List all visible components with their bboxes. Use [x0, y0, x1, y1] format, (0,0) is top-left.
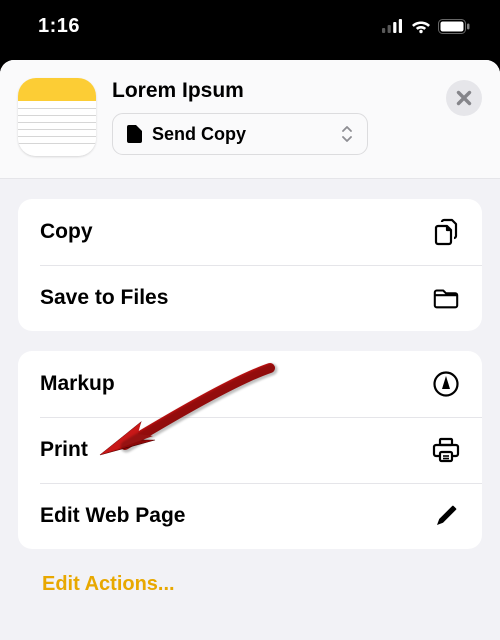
copy-action[interactable]: Copy — [18, 199, 482, 265]
print-icon — [432, 436, 460, 464]
folder-icon — [432, 284, 460, 312]
format-selector[interactable]: Send Copy — [112, 113, 368, 155]
save-to-files-action[interactable]: Save to Files — [18, 265, 482, 331]
action-label: Save to Files — [40, 286, 168, 310]
edit-actions-button[interactable]: Edit Actions... — [18, 569, 482, 600]
markup-icon — [432, 370, 460, 398]
action-label: Print — [40, 438, 88, 462]
document-icon — [127, 125, 142, 143]
status-time: 1:16 — [38, 15, 80, 38]
share-sheet: Lorem Ipsum Send Copy Copy — [0, 60, 500, 640]
pencil-icon — [432, 502, 460, 530]
action-label: Edit Web Page — [40, 504, 185, 528]
action-group: Copy Save to Files — [18, 199, 482, 331]
notes-app-icon — [18, 78, 96, 156]
status-bar: 1:16 — [0, 0, 500, 60]
action-group: Markup Print Edit Web Page — [18, 351, 482, 549]
cellular-icon — [382, 19, 404, 33]
markup-action[interactable]: Markup — [18, 351, 482, 417]
wifi-icon — [411, 19, 431, 34]
share-sheet-header: Lorem Ipsum Send Copy — [0, 60, 500, 179]
print-action[interactable]: Print — [18, 417, 482, 483]
action-label: Copy — [40, 220, 93, 244]
copy-icon — [432, 218, 460, 246]
format-selector-label: Send Copy — [152, 124, 341, 145]
close-icon — [456, 90, 472, 106]
shared-item-title: Lorem Ipsum — [112, 79, 430, 103]
chevron-up-down-icon — [341, 125, 353, 143]
edit-web-page-action[interactable]: Edit Web Page — [18, 483, 482, 549]
close-button[interactable] — [446, 80, 482, 116]
status-indicators — [382, 19, 470, 34]
action-list: Copy Save to Files Markup — [0, 179, 500, 600]
battery-icon — [438, 19, 470, 34]
action-label: Markup — [40, 372, 115, 396]
